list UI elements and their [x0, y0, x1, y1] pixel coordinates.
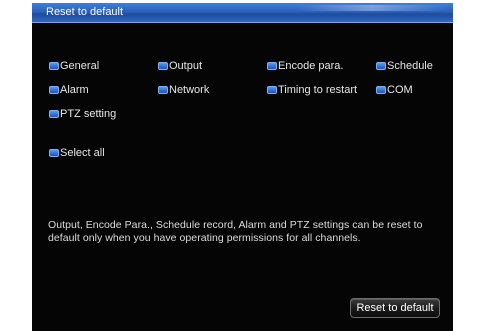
checkbox-icon[interactable] — [158, 86, 168, 94]
option-label: Encode para. — [278, 60, 344, 72]
option-label: Output — [169, 60, 203, 72]
title-bar: Reset to default — [32, 3, 453, 23]
option-output[interactable]: Output — [158, 59, 202, 73]
option-timing-to-restart[interactable]: Timing to restart — [267, 83, 357, 97]
option-general[interactable]: General — [49, 59, 99, 73]
option-label: Timing to restart — [278, 84, 358, 96]
checkbox-icon[interactable] — [49, 62, 59, 70]
option-label: General — [60, 60, 100, 72]
option-ptz-setting[interactable]: PTZ setting — [49, 107, 116, 121]
option-select-all[interactable]: Select all — [49, 146, 105, 160]
option-network[interactable]: Network — [158, 83, 209, 97]
select-all-label: Select all — [60, 147, 105, 159]
checkbox-icon[interactable] — [376, 62, 386, 70]
checkbox-icon[interactable] — [267, 62, 277, 70]
dialog-title: Reset to default — [46, 6, 124, 18]
option-label: PTZ setting — [60, 108, 117, 120]
checkbox-icon[interactable] — [158, 62, 168, 70]
reset-to-default-button[interactable]: Reset to default — [350, 298, 440, 318]
reset-dialog: Reset to default General Output Encode p… — [32, 3, 453, 331]
option-alarm[interactable]: Alarm — [49, 83, 89, 97]
checkbox-icon[interactable] — [267, 86, 277, 94]
option-label: COM — [387, 84, 413, 96]
option-label: Alarm — [60, 84, 89, 96]
option-label: Network — [169, 84, 210, 96]
checkbox-icon[interactable] — [49, 149, 59, 157]
option-label: Schedule — [387, 60, 433, 72]
option-com[interactable]: COM — [376, 83, 413, 97]
title-bar-shine — [297, 5, 447, 11]
option-schedule[interactable]: Schedule — [376, 59, 433, 73]
permission-note: Output, Encode Para., Schedule record, A… — [48, 219, 423, 244]
checkbox-icon[interactable] — [376, 86, 386, 94]
option-encode-para[interactable]: Encode para. — [267, 59, 343, 73]
checkbox-icon[interactable] — [49, 86, 59, 94]
checkbox-icon[interactable] — [49, 110, 59, 118]
